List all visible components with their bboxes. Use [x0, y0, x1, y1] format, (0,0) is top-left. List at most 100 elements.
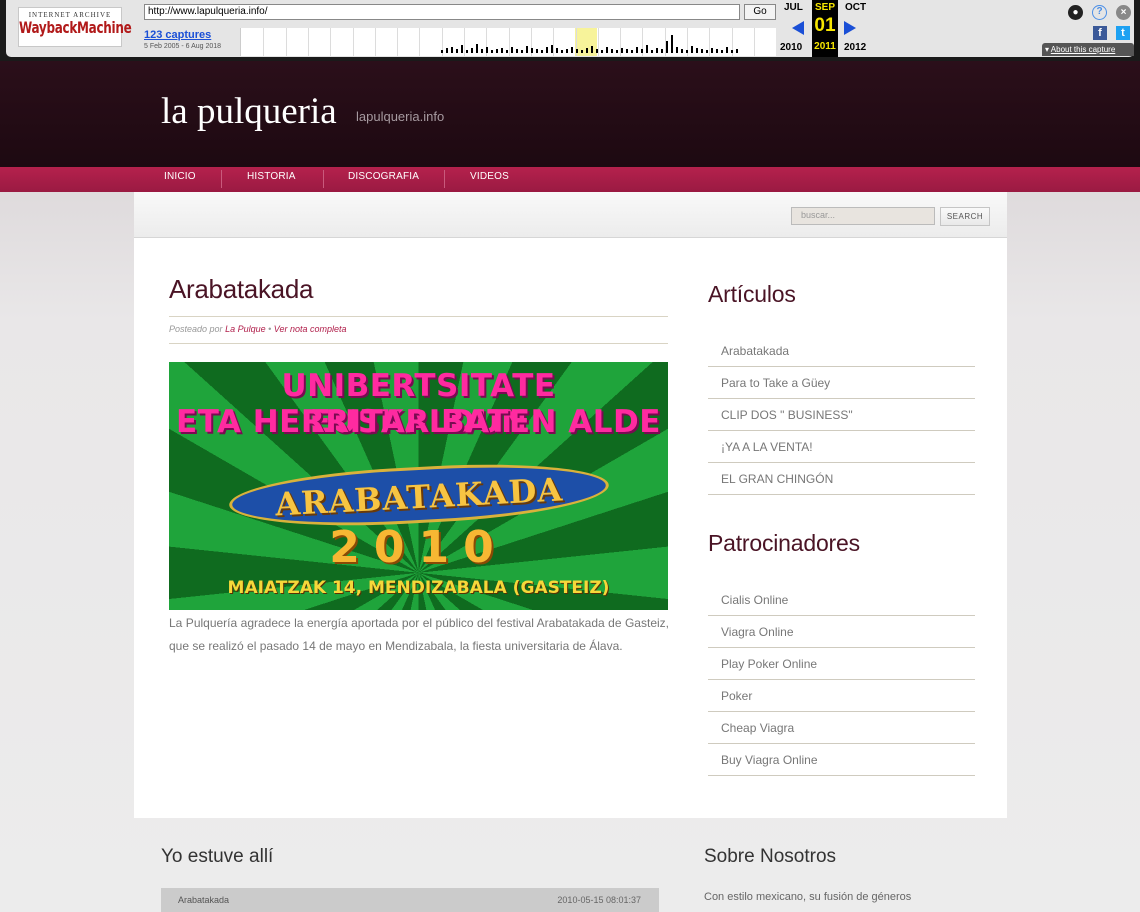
sparkline-year-divider	[508, 28, 510, 56]
next-capture-arrow-icon[interactable]	[844, 21, 856, 35]
sparkline-capture-bar	[541, 50, 543, 53]
wayback-next-month[interactable]: OCT	[845, 2, 866, 13]
sidebar-article-item[interactable]: CLIP DOS " BUSINESS"	[708, 399, 975, 431]
search-bar: buscar... SEARCH	[134, 192, 1007, 238]
wayback-go-button[interactable]: Go	[744, 4, 776, 20]
sparkline-capture-bar	[511, 47, 513, 53]
sidebar-article-item[interactable]: ¡YA A LA VENTA!	[708, 431, 975, 463]
search-input[interactable]: buscar...	[791, 207, 935, 225]
sparkline-capture-bar	[471, 48, 473, 53]
wayback-capture-sparkline[interactable]	[240, 28, 776, 56]
sparkline-capture-bar	[736, 49, 738, 53]
user-icon[interactable]: ●	[1068, 5, 1083, 20]
twitter-icon[interactable]: t	[1116, 26, 1130, 40]
site-title[interactable]: la pulqueria	[161, 90, 337, 133]
sparkline-capture-bar	[626, 49, 628, 53]
sparkline-capture-bar	[481, 49, 483, 53]
sparkline-capture-bar	[696, 48, 698, 53]
sparkline-year-divider	[753, 28, 755, 56]
sparkline-capture-bar	[591, 46, 593, 53]
sidebar-article-item[interactable]: Para to Take a Güey	[708, 367, 975, 399]
sparkline-capture-bar	[676, 47, 678, 53]
wayback-current-year: 2011	[814, 41, 836, 52]
sidebar-sponsor-item[interactable]: Cheap Viagra	[708, 712, 975, 744]
sparkline-capture-bar	[661, 49, 663, 53]
footer-sobre-text: Con estilo mexicano, su fusión de género…	[704, 891, 912, 903]
sparkline-capture-bar	[456, 49, 458, 53]
sparkline-year-divider	[419, 28, 421, 56]
sparkline-capture-bar	[721, 50, 723, 53]
help-icon[interactable]: ?	[1092, 5, 1107, 20]
post-image[interactable]: UNIBERTSITATE EUSKALDUN ETA HERRITAR BAT…	[169, 362, 668, 610]
wayback-url-input[interactable]: http://www.lapulqueria.info/	[144, 4, 740, 20]
sparkline-capture-bar	[616, 50, 618, 53]
sidebar-articulos-heading: Artículos	[708, 281, 796, 307]
sparkline-capture-bar	[706, 50, 708, 53]
post-author-link[interactable]: La Pulque	[225, 324, 266, 334]
sidebar-article-item[interactable]: Arabatakada	[708, 335, 975, 367]
sparkline-capture-bar	[611, 49, 613, 53]
nav-item-historia[interactable]: HISTORIA	[247, 167, 296, 192]
facebook-icon[interactable]: f	[1093, 26, 1107, 40]
post-title[interactable]: Arabatakada	[169, 274, 313, 305]
sidebar-sponsor-item[interactable]: Poker	[708, 680, 975, 712]
main-navigation: INICIO HISTORIA DISCOGRAFIA VIDEOS	[0, 167, 1140, 192]
sparkline-capture-bar	[501, 48, 503, 53]
wayback-captures-link[interactable]: 123 captures	[144, 29, 211, 41]
sparkline-year-divider	[464, 28, 465, 56]
sparkline-capture-bar	[596, 49, 598, 53]
sparkline-capture-bar	[671, 35, 673, 53]
sidebar-sponsor-item[interactable]: Buy Viagra Online	[708, 744, 975, 776]
wayback-current-day: 01	[814, 15, 836, 36]
sidebar-article-item[interactable]: EL GRAN CHINGÓN	[708, 463, 975, 495]
wayback-next-year[interactable]: 2012	[844, 42, 866, 53]
footer-event-row[interactable]: Arabatakada 2010-05-15 08:01:37	[161, 888, 659, 912]
wayback-toolbar: INTERNET ARCHIVE WaybackMachine http://w…	[0, 0, 1140, 61]
nav-item-videos[interactable]: VIDEOS	[470, 167, 509, 192]
sparkline-capture-bar	[496, 49, 498, 53]
nav-divider	[444, 170, 445, 188]
nav-item-inicio[interactable]: INICIO	[164, 167, 196, 192]
wayback-prev-month[interactable]: JUL	[784, 2, 803, 13]
about-capture-button[interactable]: ▾ About this capture	[1042, 43, 1134, 56]
sparkline-year-divider	[352, 28, 354, 56]
nav-divider	[323, 170, 324, 188]
read-more-link[interactable]: Ver nota completa	[274, 324, 347, 334]
sparkline-year-divider	[374, 28, 376, 56]
sparkline-capture-bar	[451, 47, 453, 53]
sparkline-capture-bar	[531, 48, 533, 53]
nav-item-discografia[interactable]: DISCOGRAFIA	[348, 167, 419, 192]
sidebar-sponsor-item[interactable]: Cialis Online	[708, 584, 975, 616]
post-divider	[169, 316, 668, 317]
sparkline-capture-bar	[656, 48, 658, 53]
sparkline-capture-bar	[546, 47, 548, 53]
sparkline-capture-bar	[731, 50, 733, 53]
wayback-logo-top: INTERNET ARCHIVE	[28, 11, 112, 19]
sparkline-year-divider	[553, 28, 555, 56]
post-image-year: 2010	[329, 522, 508, 573]
wayback-logo[interactable]: INTERNET ARCHIVE WaybackMachine	[18, 7, 132, 47]
site-tagline: lapulqueria.info	[356, 109, 445, 124]
sidebar-sponsor-item[interactable]: Viagra Online	[708, 616, 975, 648]
sparkline-year-divider	[397, 28, 399, 56]
sparkline-capture-bar	[561, 50, 563, 53]
sparkline-capture-bar	[446, 48, 448, 53]
sparkline-capture-bar	[621, 48, 623, 53]
sparkline-year-divider	[307, 28, 309, 56]
wayback-prev-year[interactable]: 2010	[780, 42, 802, 53]
sparkline-capture-bar	[646, 45, 648, 53]
sparkline-capture-bar	[691, 46, 693, 53]
sparkline-capture-bar	[686, 50, 688, 53]
sparkline-capture-bar	[641, 49, 643, 53]
sparkline-capture-bar	[516, 49, 518, 53]
prev-capture-arrow-icon[interactable]	[792, 21, 804, 35]
sparkline-capture-bar	[711, 48, 713, 53]
sparkline-capture-bar	[586, 48, 588, 53]
sidebar-patrocinadores-heading: Patrocinadores	[708, 530, 860, 556]
close-icon[interactable]: ×	[1116, 5, 1131, 20]
sparkline-capture-bar	[701, 49, 703, 53]
post-image-banner-text: ARABATAKADA	[274, 470, 564, 524]
footer-sobre-heading: Sobre Nosotros	[704, 846, 837, 867]
sidebar-sponsor-item[interactable]: Play Poker Online	[708, 648, 975, 680]
search-button[interactable]: SEARCH	[940, 207, 990, 226]
